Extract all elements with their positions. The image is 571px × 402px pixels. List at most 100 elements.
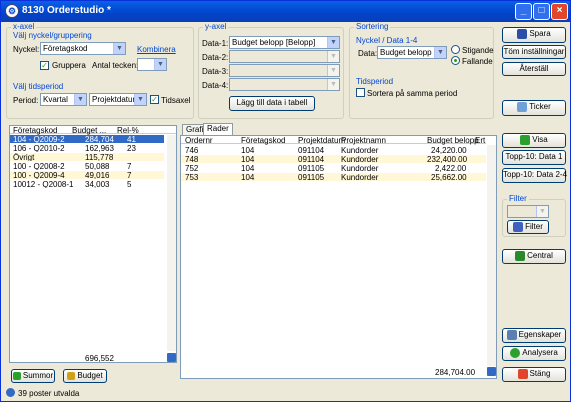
chars-label: Antal tecken: <box>92 61 139 70</box>
ticker-label: Ticker <box>529 102 551 111</box>
sort-data-select[interactable]: Budget belopp ▼ <box>377 46 447 59</box>
properties-button[interactable]: Egenskaper <box>502 328 566 343</box>
date-select-value: Projektdatum <box>92 95 140 104</box>
table-row[interactable]: 104 - Q2009-2 284,704 41 <box>10 135 164 143</box>
data1-select[interactable]: Budget belopp [Belopp] ▼ <box>229 36 340 49</box>
analyze-button[interactable]: Analysera <box>502 346 566 361</box>
detail-table: Ordernr Företagskod Projektdatum Projekt… <box>180 135 497 379</box>
show-button[interactable]: Visa <box>502 133 566 148</box>
filter-select[interactable]: ▼ <box>507 205 549 218</box>
cell-amount: 25,662.00 <box>431 173 467 181</box>
sort-data-select-value: Budget belopp <box>380 48 432 57</box>
properties-label: Egenskaper <box>518 330 562 339</box>
sort-key-group-label: Nyckel / Data 1-4 <box>356 36 418 45</box>
table-row[interactable]: 106 - Q2010-2 162,963 23 <box>10 144 164 152</box>
header-company-code[interactable]: Företagskod <box>241 136 285 145</box>
date-select[interactable]: Projektdatum ▼ <box>89 93 147 106</box>
period-label: Period: <box>13 96 39 105</box>
ticker-button[interactable]: Ticker <box>502 100 566 116</box>
data2-select[interactable]: ▼ <box>229 50 340 63</box>
chars-select[interactable]: ▼ <box>137 58 167 71</box>
table-row[interactable]: 748 104 091104 Kundorder 232,400.00 <box>181 155 486 163</box>
combine-link[interactable]: Kombinera <box>137 45 176 54</box>
key-grouping-label: Välj nyckel/gruppering <box>13 31 92 40</box>
table-row[interactable]: 10012 - Q2008-1 34,003 5 <box>10 180 164 188</box>
cell-date: 091104 <box>298 155 325 163</box>
cell-project: Kundorder <box>341 164 379 172</box>
header-ert[interactable]: Ert <box>475 136 485 145</box>
same-period-checkbox[interactable] <box>356 88 365 97</box>
header-company-code[interactable]: Företagskod <box>13 126 57 135</box>
key-select[interactable]: Företagskod ▼ <box>40 42 126 55</box>
chevron-down-icon: ▼ <box>434 47 446 58</box>
filter-group-label: Filter <box>507 194 529 203</box>
table-row[interactable]: Övrigt 115,778 <box>10 153 164 161</box>
summary-table: Företagskod Budget ... Rel-% 104 - Q2009… <box>9 125 177 363</box>
cell-key: 106 - Q2010-2 <box>13 144 65 152</box>
cell-key: 100 - Q2008-2 <box>13 162 65 170</box>
header-rel-percent[interactable]: Rel-% <box>117 126 139 135</box>
minimize-button[interactable]: _ <box>515 3 532 20</box>
data4-select[interactable]: ▼ <box>229 78 340 91</box>
cell-rel: 7 <box>127 171 132 179</box>
cell-value: 115,778 <box>85 153 114 161</box>
chevron-down-icon: ▼ <box>327 37 339 48</box>
summary-table-header: Företagskod Budget ... Rel-% <box>10 126 176 135</box>
save-button[interactable]: Spara <box>502 27 566 43</box>
y-axis-group-label: y-axel <box>203 22 229 31</box>
chevron-down-icon: ▼ <box>327 65 339 76</box>
sums-button[interactable]: Summor <box>11 369 55 383</box>
vertical-scrollbar[interactable] <box>487 145 496 366</box>
filter-button[interactable]: Filter <box>507 220 549 234</box>
top10-data1-button[interactable]: Topp-10: Data 1 <box>502 150 566 165</box>
cell-value: 34,003 <box>85 180 110 188</box>
descending-radio[interactable] <box>451 56 460 65</box>
analyze-icon <box>510 347 521 358</box>
timeaxis-checkbox[interactable]: ✓ <box>150 95 159 104</box>
cell-rel: 41 <box>127 135 136 143</box>
header-project-date[interactable]: Projektdatum <box>298 136 345 145</box>
table-row[interactable]: 100 - Q2009-4 49,016 7 <box>10 171 164 179</box>
cell-amount: 24,220.00 <box>431 146 467 154</box>
budget-icon <box>67 371 76 380</box>
clear-settings-button[interactable]: Töm inställningar <box>502 45 566 59</box>
vertical-scrollbar[interactable] <box>167 135 176 351</box>
show-label: Visa <box>532 135 548 144</box>
cell-project: Kundorder <box>341 155 379 163</box>
ascending-radio[interactable] <box>451 45 460 54</box>
header-project-name[interactable]: Projektnamn <box>341 136 386 145</box>
chevron-down-icon: ▼ <box>327 51 339 62</box>
close-button[interactable]: Stäng <box>502 367 566 382</box>
table-row[interactable]: 752 104 091105 Kundorder 2,422.00 <box>181 164 486 172</box>
maximize-button[interactable]: □ <box>533 3 550 20</box>
reset-button[interactable]: Återställ <box>502 62 566 76</box>
export-icon[interactable] <box>487 367 496 376</box>
tab-rows[interactable]: Rader <box>203 123 233 135</box>
user-icon <box>6 388 15 397</box>
add-data-button[interactable]: Lägg till data i tabell <box>229 96 315 111</box>
close-window-button[interactable]: × <box>551 3 568 20</box>
group-checkbox[interactable]: ✓ <box>40 61 49 70</box>
period-select[interactable]: Kvartal ▼ <box>40 93 87 106</box>
top10-data24-button[interactable]: Topp-10: Data 2-4 <box>502 168 567 183</box>
table-row[interactable]: 746 104 091104 Kundorder 24,220.00 <box>181 146 486 154</box>
data2-label: Data-2: <box>202 53 229 62</box>
header-budget[interactable]: Budget ... <box>72 126 106 135</box>
cell-value: 50,088 <box>85 162 110 170</box>
descending-label: Fallande <box>462 57 493 66</box>
close-label: Stäng <box>529 369 551 378</box>
data3-select[interactable]: ▼ <box>229 64 340 77</box>
table-row[interactable]: 100 - Q2008-2 50,088 7 <box>10 162 164 170</box>
cell-date: 091105 <box>298 164 325 172</box>
header-order-number[interactable]: Ordernr <box>185 136 213 145</box>
app-icon: ⚙ <box>5 4 19 18</box>
cell-date: 091105 <box>298 173 325 181</box>
chevron-down-icon: ▼ <box>536 206 548 217</box>
export-icon[interactable] <box>167 353 176 362</box>
key-select-value: Företagskod <box>43 44 88 53</box>
floppy-icon <box>517 28 528 39</box>
central-button[interactable]: Central <box>502 249 566 264</box>
header-budget-amount[interactable]: Budget belopp <box>427 136 479 145</box>
table-row[interactable]: 753 104 091105 Kundorder 25,662.00 <box>181 173 486 181</box>
budget-button[interactable]: Budget <box>63 369 107 383</box>
